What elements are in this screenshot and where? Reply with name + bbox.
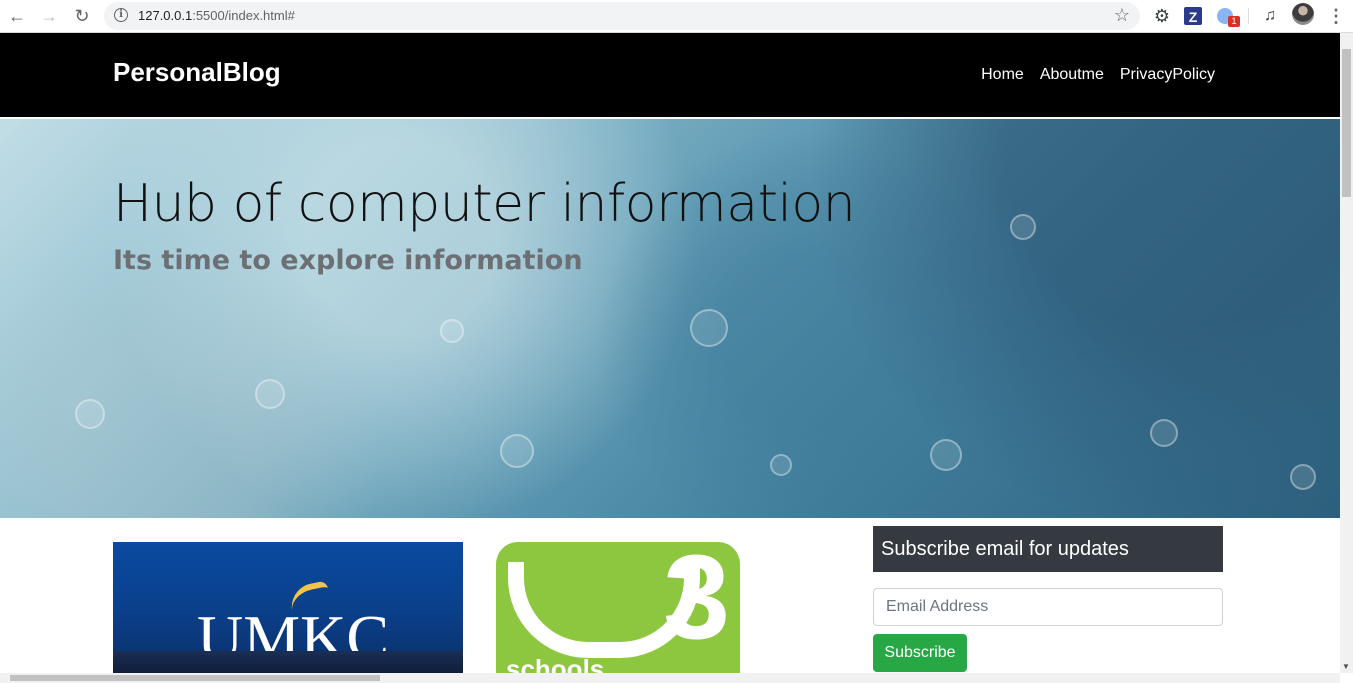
address-bar[interactable]: i 127.0.0.1:5500/index.html# ☆ — [104, 2, 1140, 30]
w3-three-mark: 3 — [663, 542, 730, 664]
site-navbar: PersonalBlog Home Aboutme PrivacyPolicy — [0, 33, 1340, 117]
url-host: 127.0.0.1 — [138, 8, 193, 23]
w3-schools-label: schools — [506, 654, 605, 673]
subscribe-header: Subscribe email for updates — [873, 526, 1223, 572]
nav-link-home[interactable]: Home — [981, 66, 1024, 84]
media-control-icon[interactable]: ♫ — [1260, 6, 1280, 26]
subscribe-button[interactable]: Subscribe — [873, 634, 967, 672]
bokeh-circle — [255, 379, 285, 409]
horizontal-scroll-thumb[interactable] — [10, 675, 380, 681]
vertical-scroll-thumb[interactable] — [1342, 49, 1351, 197]
bokeh-circle — [75, 399, 105, 429]
hero-title: Hub of computer information — [113, 174, 856, 234]
extension-z-icon[interactable]: Z — [1184, 7, 1202, 25]
vertical-scrollbar[interactable]: ▼ — [1340, 33, 1353, 673]
toolbar-divider — [1248, 8, 1249, 24]
bokeh-circle — [500, 434, 534, 468]
bokeh-circle — [1010, 214, 1036, 240]
site-brand[interactable]: PersonalBlog — [113, 57, 281, 88]
back-icon[interactable]: ← — [6, 5, 28, 27]
nav-link-privacypolicy[interactable]: PrivacyPolicy — [1120, 66, 1215, 84]
umkc-card-image[interactable]: UMKC — [113, 542, 463, 673]
url-text[interactable]: 127.0.0.1:5500/index.html# — [138, 8, 295, 23]
bookmark-star-icon[interactable]: ☆ — [1114, 5, 1130, 26]
url-path: :5500/index.html# — [192, 8, 295, 23]
w3schools-card-image[interactable]: 3 schools — [496, 542, 740, 673]
hero-banner: Hub of computer information Its time to … — [0, 119, 1340, 518]
page-viewport: PersonalBlog Home Aboutme PrivacyPolicy … — [0, 33, 1340, 673]
extension-badge: 1 — [1228, 16, 1240, 27]
browser-toolbar: ← → ↻ i 127.0.0.1:5500/index.html# ☆ ⚙ Z… — [0, 0, 1353, 33]
hero-subtitle: Its time to explore information — [113, 245, 583, 276]
email-address-input[interactable] — [873, 588, 1223, 626]
bokeh-circle — [770, 454, 792, 476]
browser-menu-icon[interactable]: ⋮ — [1326, 6, 1346, 26]
horizontal-scrollbar[interactable] — [0, 673, 1340, 683]
bokeh-circle — [1290, 464, 1316, 490]
nav-link-aboutme[interactable]: Aboutme — [1040, 66, 1104, 84]
bokeh-circle — [930, 439, 962, 471]
site-info-icon[interactable]: i — [114, 8, 128, 22]
scroll-down-arrow-icon[interactable]: ▼ — [1342, 662, 1350, 671]
bokeh-circle — [440, 319, 464, 343]
bokeh-circle — [690, 309, 728, 347]
bokeh-circle — [1150, 419, 1178, 447]
extension-gear-icon[interactable]: ⚙ — [1152, 6, 1172, 26]
umkc-skyline — [113, 651, 463, 673]
reload-icon[interactable]: ↻ — [71, 5, 93, 27]
profile-avatar[interactable] — [1292, 3, 1314, 25]
forward-icon[interactable]: → — [38, 5, 60, 27]
nav-links: Home Aboutme PrivacyPolicy — [981, 66, 1215, 84]
